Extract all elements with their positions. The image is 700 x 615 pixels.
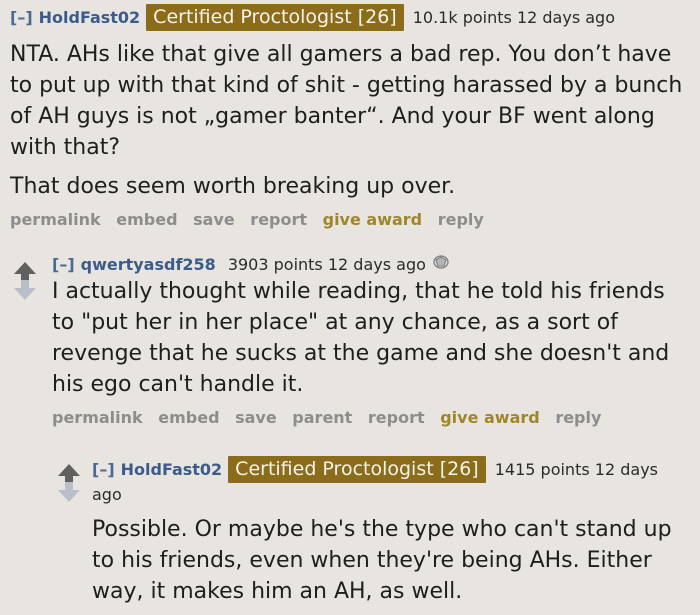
- comment-paragraph: I actually thought while reading, that h…: [52, 279, 670, 397]
- timestamp[interactable]: 12 days ago: [328, 255, 426, 274]
- author-link[interactable]: qwertyasdf258: [81, 255, 216, 274]
- comment-paragraph: Possible. Or maybe he's the type who can…: [92, 517, 672, 604]
- comment-body: NTA. AHs like that give all gamers a bad…: [10, 39, 690, 202]
- upvote-arrow-icon[interactable]: [14, 262, 36, 281]
- permalink-button[interactable]: permalink: [52, 408, 143, 427]
- upvote-arrow-icon[interactable]: [58, 464, 80, 483]
- embed-button[interactable]: embed: [158, 408, 219, 427]
- report-button[interactable]: report: [250, 210, 307, 229]
- timestamp[interactable]: 12 days: [595, 460, 658, 479]
- comment-tagline: [–] HoldFast02 Certified Proctologist [2…: [92, 456, 692, 483]
- author-link[interactable]: HoldFast02: [121, 460, 223, 479]
- collapse-toggle[interactable]: [–]: [10, 8, 33, 27]
- timestamp-wrap: ago: [92, 485, 122, 504]
- collapse-toggle[interactable]: [–]: [52, 255, 75, 274]
- score: 3903 points: [227, 255, 323, 274]
- vote-arrows: [58, 464, 82, 502]
- user-flair: Certified Proctologist [26]: [228, 456, 486, 483]
- reply-button[interactable]: reply: [555, 408, 601, 427]
- score: 10.1k points: [412, 8, 512, 27]
- vote-arrows: [14, 262, 38, 300]
- author-link[interactable]: HoldFast02: [39, 8, 141, 27]
- comment-paragraph: NTA. AHs like that give all gamers a bad…: [10, 42, 683, 160]
- give-award-button[interactable]: give award: [323, 210, 423, 229]
- collapse-toggle[interactable]: [–]: [92, 460, 115, 479]
- comment-tagline: [–] qwertyasdf258 3903 points 12 days ag…: [52, 254, 697, 274]
- downvote-arrow-icon[interactable]: [14, 280, 36, 300]
- score: 1415 points: [494, 460, 590, 479]
- comment-nested-reply: [–] HoldFast02 Certified Proctologist [2…: [92, 456, 692, 615]
- report-button[interactable]: report: [368, 408, 425, 427]
- downvote-arrow-icon[interactable]: [58, 482, 80, 502]
- comment-reply: [–] qwertyasdf258 3903 points 12 days ag…: [52, 254, 697, 427]
- parent-button[interactable]: parent: [292, 408, 352, 427]
- comment-tagline: [–] HoldFast02 Certified Proctologist [2…: [10, 4, 695, 31]
- comment-body: I actually thought while reading, that h…: [52, 276, 677, 400]
- reply-button[interactable]: reply: [438, 210, 484, 229]
- comment-buttons: permalink embed save parent report give …: [52, 408, 697, 427]
- comment-body: Possible. Or maybe he's the type who can…: [92, 514, 687, 607]
- embed-button[interactable]: embed: [116, 210, 177, 229]
- comment-buttons: permalink embed save report give award r…: [10, 210, 695, 229]
- save-button[interactable]: save: [193, 210, 235, 229]
- silver-award-icon[interactable]: [432, 254, 450, 270]
- user-flair: Certified Proctologist [26]: [146, 4, 404, 31]
- comment-top-level: [–] HoldFast02 Certified Proctologist [2…: [10, 4, 695, 229]
- save-button[interactable]: save: [235, 408, 277, 427]
- give-award-button[interactable]: give award: [440, 408, 540, 427]
- comment-paragraph: That does seem worth breaking up over.: [10, 174, 456, 199]
- permalink-button[interactable]: permalink: [10, 210, 101, 229]
- timestamp[interactable]: 12 days ago: [517, 8, 615, 27]
